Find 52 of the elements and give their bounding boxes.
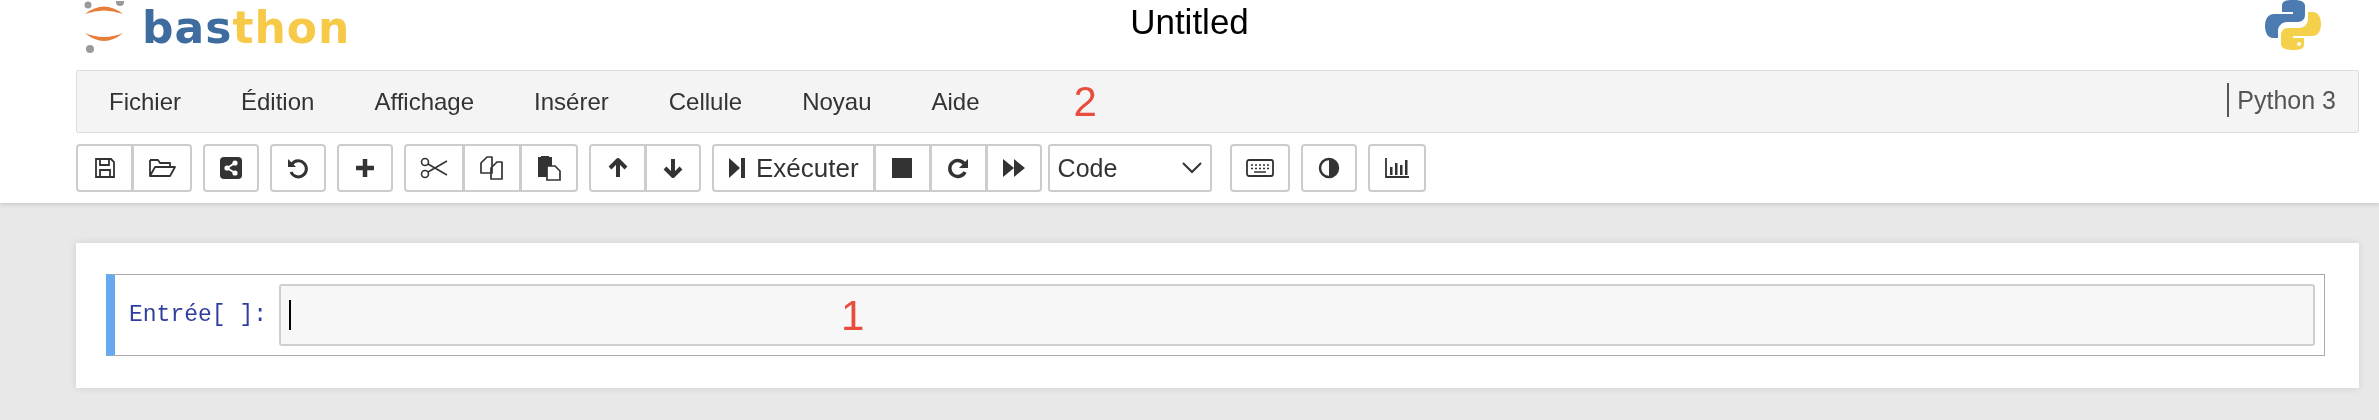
text-cursor [289,300,292,330]
down-arrow-icon [662,157,684,179]
contrast-icon [1317,157,1340,179]
keyboard-icon [1245,159,1274,177]
fast-forward-icon [1001,158,1026,178]
code-input-field[interactable]: 1 [279,284,2315,346]
move-up-button[interactable] [589,144,645,192]
menu-item[interactable]: Cellule [652,87,759,116]
menu-item[interactable]: Aide [915,87,996,116]
chart-button[interactable] [1367,144,1426,192]
code-cell[interactable]: Entrée[ ]: 1 [106,274,2325,356]
chevron-down-icon [1181,162,1202,174]
menu-item[interactable]: Noyau [786,87,888,116]
paste-icon [536,155,562,181]
share-button[interactable] [203,144,259,192]
run-all-button[interactable] [985,144,1042,192]
folder-icon [148,156,176,180]
step-icon [728,157,746,179]
menu-item[interactable]: Insérer [518,87,625,116]
keyboard-button[interactable] [1229,144,1290,192]
cell-type-dropdown[interactable]: Code [1047,144,1212,192]
undo-button[interactable] [270,144,326,192]
annotation-number: 1 [841,292,865,340]
restart-button[interactable] [929,144,986,192]
stop-icon [892,158,913,178]
restart-icon [947,157,970,179]
contrast-button[interactable] [1300,144,1357,192]
undo-icon [286,156,310,180]
menu-item[interactable]: Affichage [358,87,491,116]
menu-item[interactable]: Fichier [93,87,197,116]
open-button[interactable] [132,144,192,192]
stop-button[interactable] [873,144,930,192]
cut-button[interactable] [404,144,463,192]
kernel-name: Python 3 [2237,85,2336,115]
notebook-title[interactable]: Untitled [1130,2,1249,41]
save-button[interactable] [76,144,132,192]
paste-button[interactable] [520,144,578,192]
add-cell-button[interactable] [337,144,393,192]
menu-item[interactable]: Édition [225,87,331,116]
input-prompt: Entrée[ ]: [128,302,269,328]
run-button[interactable]: Exécuter [712,144,874,192]
bar-chart-icon [1383,157,1410,179]
copy-icon [479,155,505,181]
copy-button[interactable] [463,144,520,192]
plus-icon [354,157,376,179]
logo-text: basthon [142,1,351,53]
save-icon [92,156,117,180]
move-down-button[interactable] [645,144,701,192]
share-icon [219,156,243,180]
up-arrow-icon [606,157,629,179]
scissors-icon [420,157,448,179]
annotation-number: 2 [1073,77,1097,126]
